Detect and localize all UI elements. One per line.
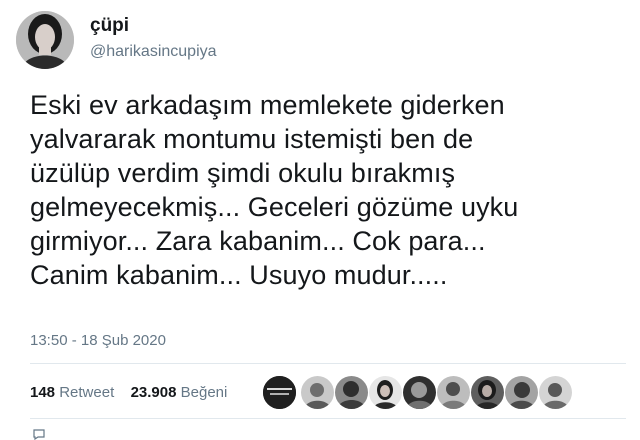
liker-avatar[interactable] xyxy=(402,375,437,410)
reply-icon[interactable] xyxy=(32,428,46,440)
user-avatar-icon xyxy=(301,376,334,409)
user-avatar-icon xyxy=(539,376,572,409)
tweet-text-line: üzülüp verdim şimdi okulu bırakmış xyxy=(30,158,456,188)
brand-avatar-icon xyxy=(263,376,296,409)
retweet-label[interactable]: Retweet xyxy=(59,384,114,401)
tweet-text-line: gelmeyecekmiş... Geceleri gözüme uyku xyxy=(30,192,519,222)
user-avatar-icon xyxy=(471,376,504,409)
user-handle[interactable]: @harikasincupiya xyxy=(90,42,217,62)
tweet-text: Eski ev arkadaşım memlekete giderken yal… xyxy=(30,88,630,292)
user-avatar-icon xyxy=(437,376,470,409)
liker-avatar[interactable] xyxy=(300,375,335,410)
divider xyxy=(30,418,626,419)
liker-avatar[interactable] xyxy=(504,375,539,410)
tweet-timestamp[interactable]: 13:50 - 18 Şub 2020 xyxy=(30,331,166,351)
display-name[interactable]: çüpi xyxy=(90,14,129,38)
liker-avatar[interactable] xyxy=(470,375,505,410)
liker-avatar[interactable] xyxy=(334,375,369,410)
liker-avatar[interactable] xyxy=(436,375,471,410)
tweet-text-line: yalvararak montumu istemişti ben de xyxy=(30,124,474,154)
profile-avatar[interactable] xyxy=(16,11,74,69)
user-avatar-icon xyxy=(335,376,368,409)
tweet-text-line: Eski ev arkadaşım memlekete giderken xyxy=(30,90,505,120)
retweet-count[interactable]: 148 xyxy=(30,384,55,401)
tweet-text-line: girmiyor... Zara kabanim... Cok para... xyxy=(30,226,486,256)
liker-avatar-brand[interactable] xyxy=(262,375,297,410)
tweet-card: çüpi @harikasincupiya Eski ev arkadaşım … xyxy=(0,0,640,440)
user-avatar-icon xyxy=(505,376,538,409)
liker-avatar[interactable] xyxy=(368,375,403,410)
like-label[interactable]: Beğeni xyxy=(181,384,228,401)
tweet-stats: 148 Retweet 23.908 Beğeni xyxy=(30,383,227,403)
tweet-actions xyxy=(30,428,626,440)
user-avatar-icon xyxy=(403,376,436,409)
liker-avatar[interactable] xyxy=(538,375,573,410)
divider xyxy=(30,363,626,364)
profile-photo-icon xyxy=(16,11,74,69)
tweet-text-line: Canim kabanim... Usuyo mudur..... xyxy=(30,260,448,290)
user-avatar-icon xyxy=(369,376,402,409)
like-count[interactable]: 23.908 xyxy=(131,384,177,401)
